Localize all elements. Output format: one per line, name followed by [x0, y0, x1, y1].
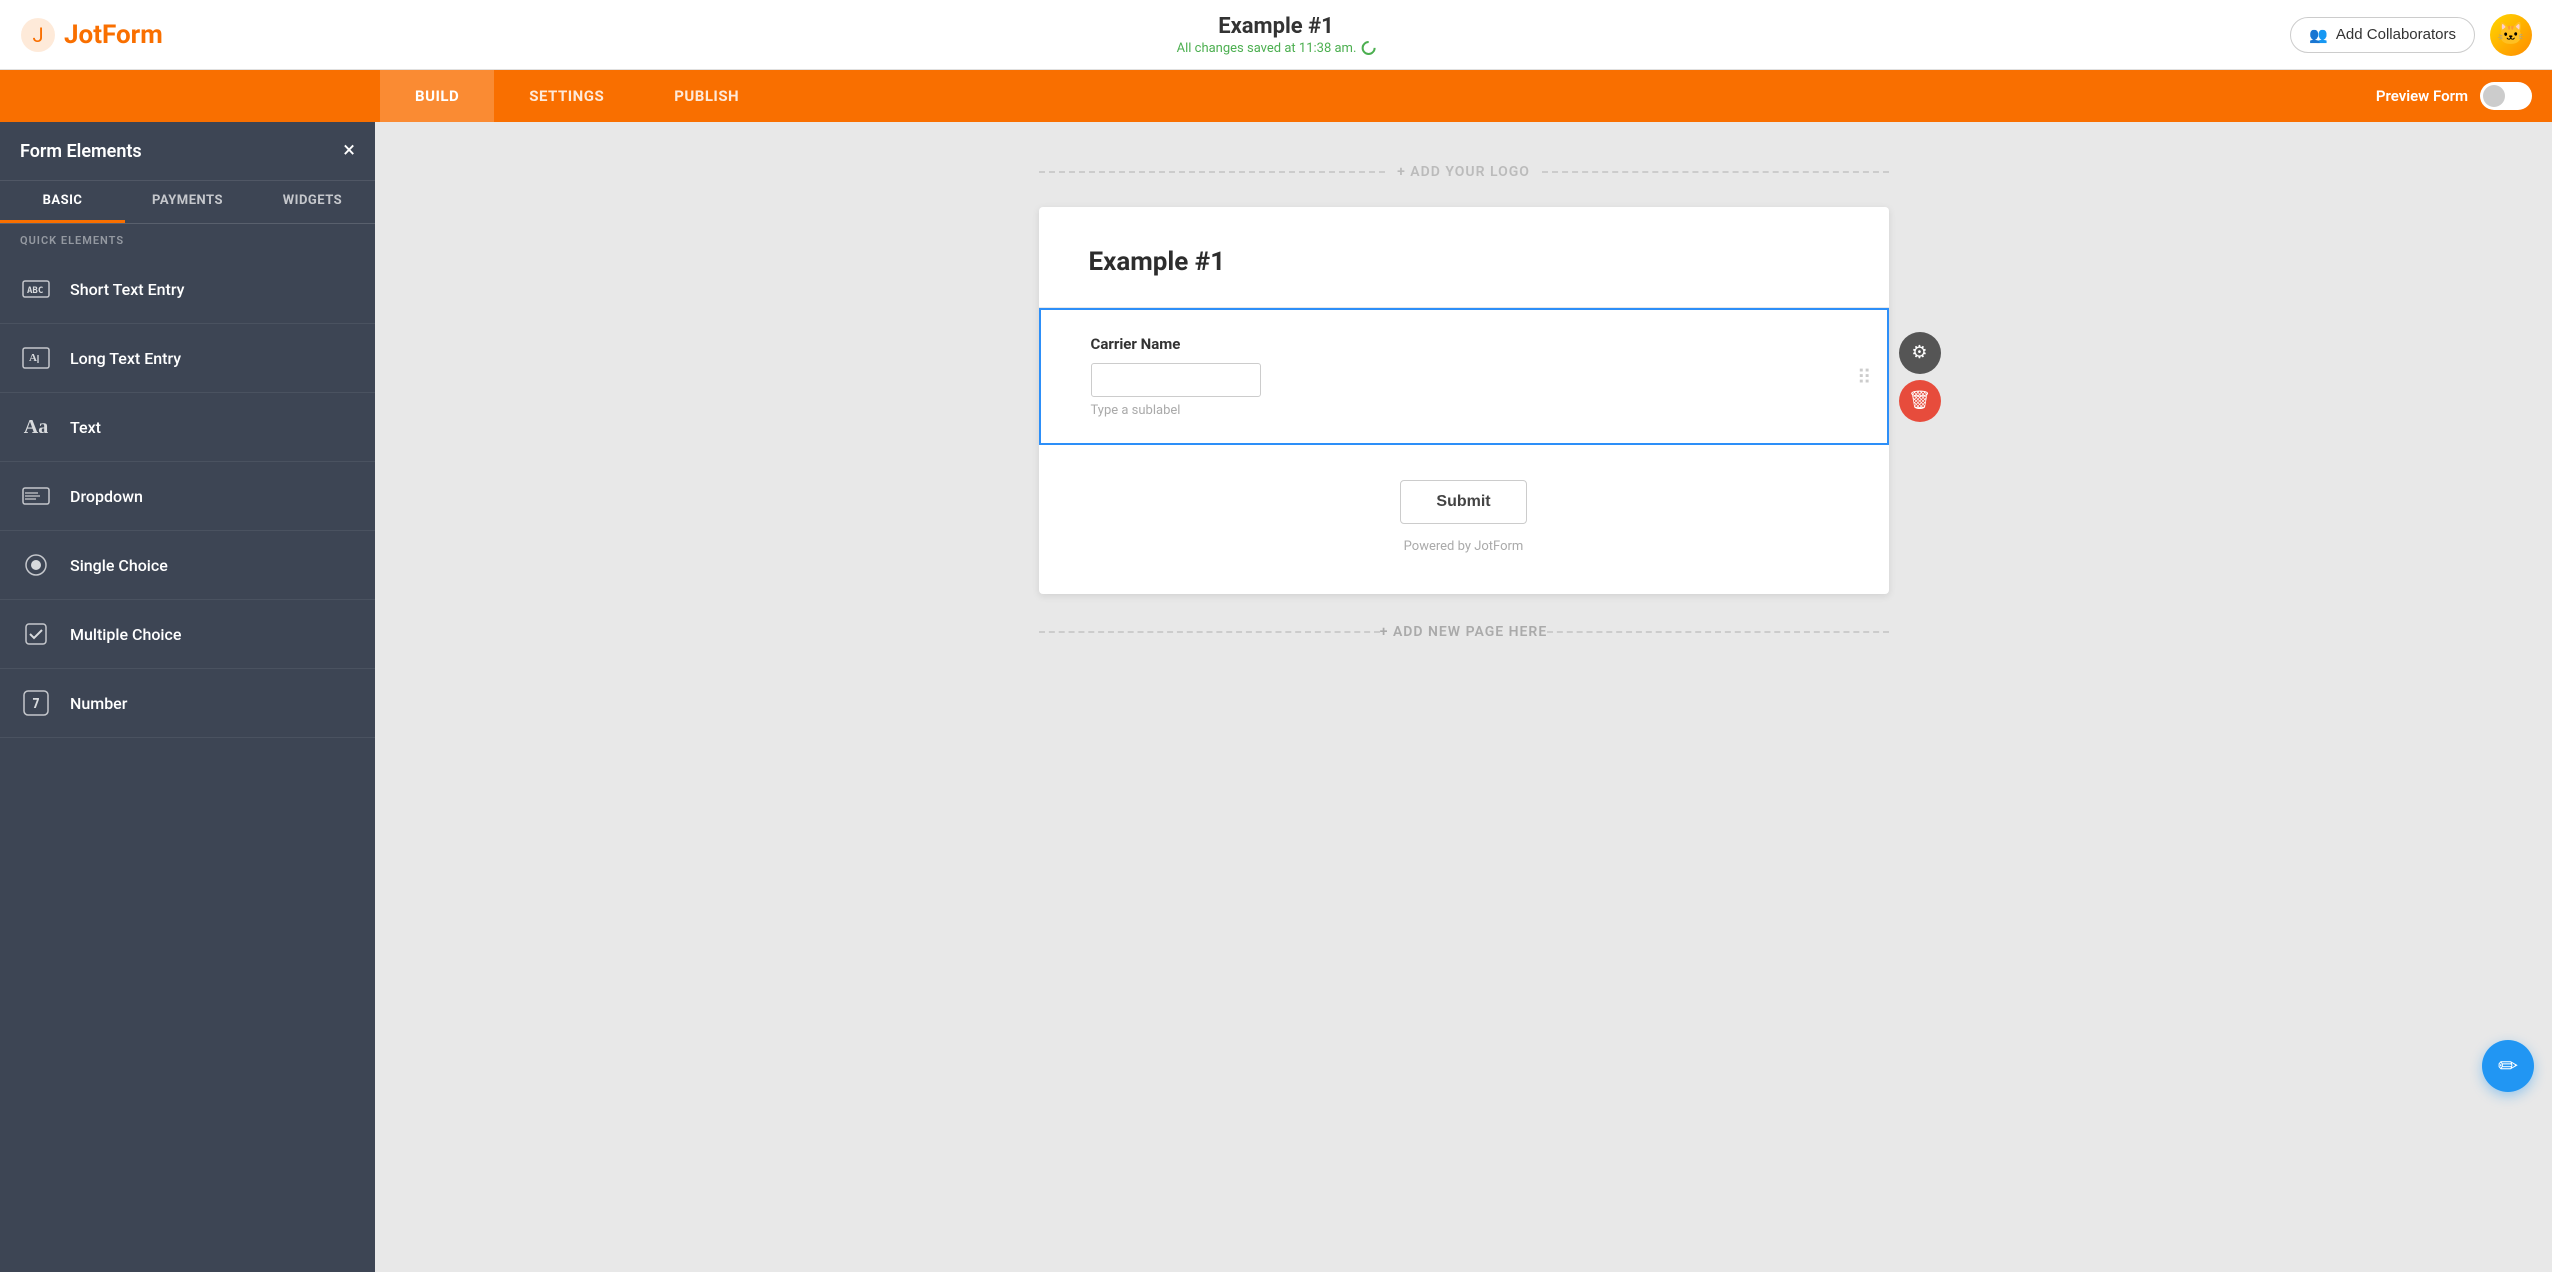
drag-handle[interactable]: ⠿: [1857, 365, 1872, 389]
tab-payments[interactable]: PAYMENTS: [125, 181, 250, 223]
single-choice-icon: [20, 549, 52, 581]
sidebar-item-long-text[interactable]: A Long Text Entry: [0, 324, 375, 393]
short-text-label: Short Text Entry: [70, 280, 184, 299]
multiple-choice-icon: [20, 618, 52, 650]
svg-text:ABC: ABC: [27, 286, 43, 296]
field-settings-button[interactable]: ⚙: [1899, 332, 1941, 374]
collaborator-icon: 👥: [2309, 26, 2328, 44]
nav-bar: BUILD SETTINGS PUBLISH Preview Form: [0, 70, 2552, 122]
tab-basic[interactable]: BASIC: [0, 181, 125, 223]
svg-text:7: 7: [32, 697, 40, 712]
tab-publish[interactable]: PUBLISH: [639, 70, 774, 122]
refresh-icon: [1358, 38, 1378, 58]
sidebar-item-number[interactable]: 7 Number: [0, 669, 375, 738]
logo-text: JotForm: [64, 20, 163, 50]
sidebar-item-text[interactable]: Aa Text: [0, 393, 375, 462]
single-choice-label: Single Choice: [70, 556, 168, 575]
dashed-line-page-right: [1547, 631, 1888, 633]
preview-area: Preview Form: [2376, 82, 2552, 110]
field-input-carrier-name[interactable]: [1091, 363, 1261, 397]
text-icon: Aa: [20, 411, 52, 443]
main-layout: Form Elements × BASIC PAYMENTS WIDGETS Q…: [0, 122, 2552, 1272]
field-actions: ⚙ 🗑: [1899, 332, 1941, 422]
dropdown-label: Dropdown: [70, 487, 143, 506]
long-text-label: Long Text Entry: [70, 349, 181, 368]
save-status: All changes saved at 11:38 am.: [1177, 41, 1376, 56]
form-card-header: Example #1: [1039, 207, 1889, 308]
field-container-carrier-name: Carrier Name Type a sublabel ⠿ ⚙ 🗑: [1039, 308, 1889, 445]
form-field-carrier-name[interactable]: Carrier Name Type a sublabel ⠿: [1039, 308, 1889, 445]
form-card-title: Example #1: [1089, 247, 1839, 277]
multiple-choice-label: Multiple Choice: [70, 625, 181, 644]
number-icon: 7: [20, 687, 52, 719]
dashed-line-left: [1039, 171, 1386, 173]
field-sublabel-carrier-name: Type a sublabel: [1091, 403, 1837, 418]
canvas-area: + ADD YOUR LOGO Example #1 Carrier Name …: [375, 122, 2552, 1272]
dashed-line-page-left: [1039, 631, 1380, 633]
tab-widgets[interactable]: WIDGETS: [250, 181, 375, 223]
long-text-icon: A: [20, 342, 52, 374]
form-card-footer: Submit Powered by JotForm: [1039, 445, 1889, 594]
top-header: J JotForm Example #1 All changes saved a…: [0, 0, 2552, 70]
close-sidebar-button[interactable]: ×: [343, 140, 355, 162]
logo-area: J JotForm: [20, 17, 163, 53]
form-card: Example #1 Carrier Name Type a sublabel …: [1039, 207, 1889, 594]
sidebar: Form Elements × BASIC PAYMENTS WIDGETS Q…: [0, 122, 375, 1272]
avatar[interactable]: 🐱: [2490, 14, 2532, 56]
powered-by: Powered by JotForm: [1404, 539, 1524, 554]
jotform-logo-icon: J: [20, 17, 56, 53]
header-right: 👥 Add Collaborators 🐱: [2290, 14, 2532, 56]
number-label: Number: [70, 694, 127, 713]
add-collaborators-button[interactable]: 👥 Add Collaborators: [2290, 17, 2475, 53]
sidebar-title: Form Elements: [20, 141, 142, 162]
tab-build[interactable]: BUILD: [380, 70, 494, 122]
sidebar-tabs: BASIC PAYMENTS WIDGETS: [0, 181, 375, 224]
short-text-icon: ABC: [20, 273, 52, 305]
submit-button[interactable]: Submit: [1400, 480, 1526, 524]
field-delete-button[interactable]: 🗑: [1899, 380, 1941, 422]
sidebar-item-dropdown[interactable]: Dropdown: [0, 462, 375, 531]
preview-toggle[interactable]: [2480, 82, 2532, 110]
tab-settings[interactable]: SETTINGS: [494, 70, 639, 122]
quick-elements-label: QUICK ELEMENTS: [0, 224, 375, 255]
dashed-line-right: [1542, 171, 1889, 173]
form-title-header: Example #1: [1177, 14, 1376, 39]
sidebar-items: ABC Short Text Entry A Long Text Entry: [0, 255, 375, 1272]
dropdown-icon: [20, 480, 52, 512]
svg-text:A: A: [29, 352, 37, 364]
text-label: Text: [70, 418, 101, 437]
fab-edit-button[interactable]: ✏: [2482, 1040, 2534, 1092]
sidebar-item-multiple-choice[interactable]: Multiple Choice: [0, 600, 375, 669]
sidebar-item-single-choice[interactable]: Single Choice: [0, 531, 375, 600]
sidebar-header: Form Elements ×: [0, 122, 375, 181]
field-label-carrier-name: Carrier Name: [1091, 335, 1837, 353]
sidebar-item-short-text[interactable]: ABC Short Text Entry: [0, 255, 375, 324]
add-logo-bar[interactable]: + ADD YOUR LOGO: [1039, 152, 1889, 192]
svg-text:J: J: [32, 23, 43, 47]
add-new-page-bar[interactable]: + ADD NEW PAGE HERE: [1039, 609, 1889, 655]
header-center: Example #1 All changes saved at 11:38 am…: [1177, 14, 1376, 56]
